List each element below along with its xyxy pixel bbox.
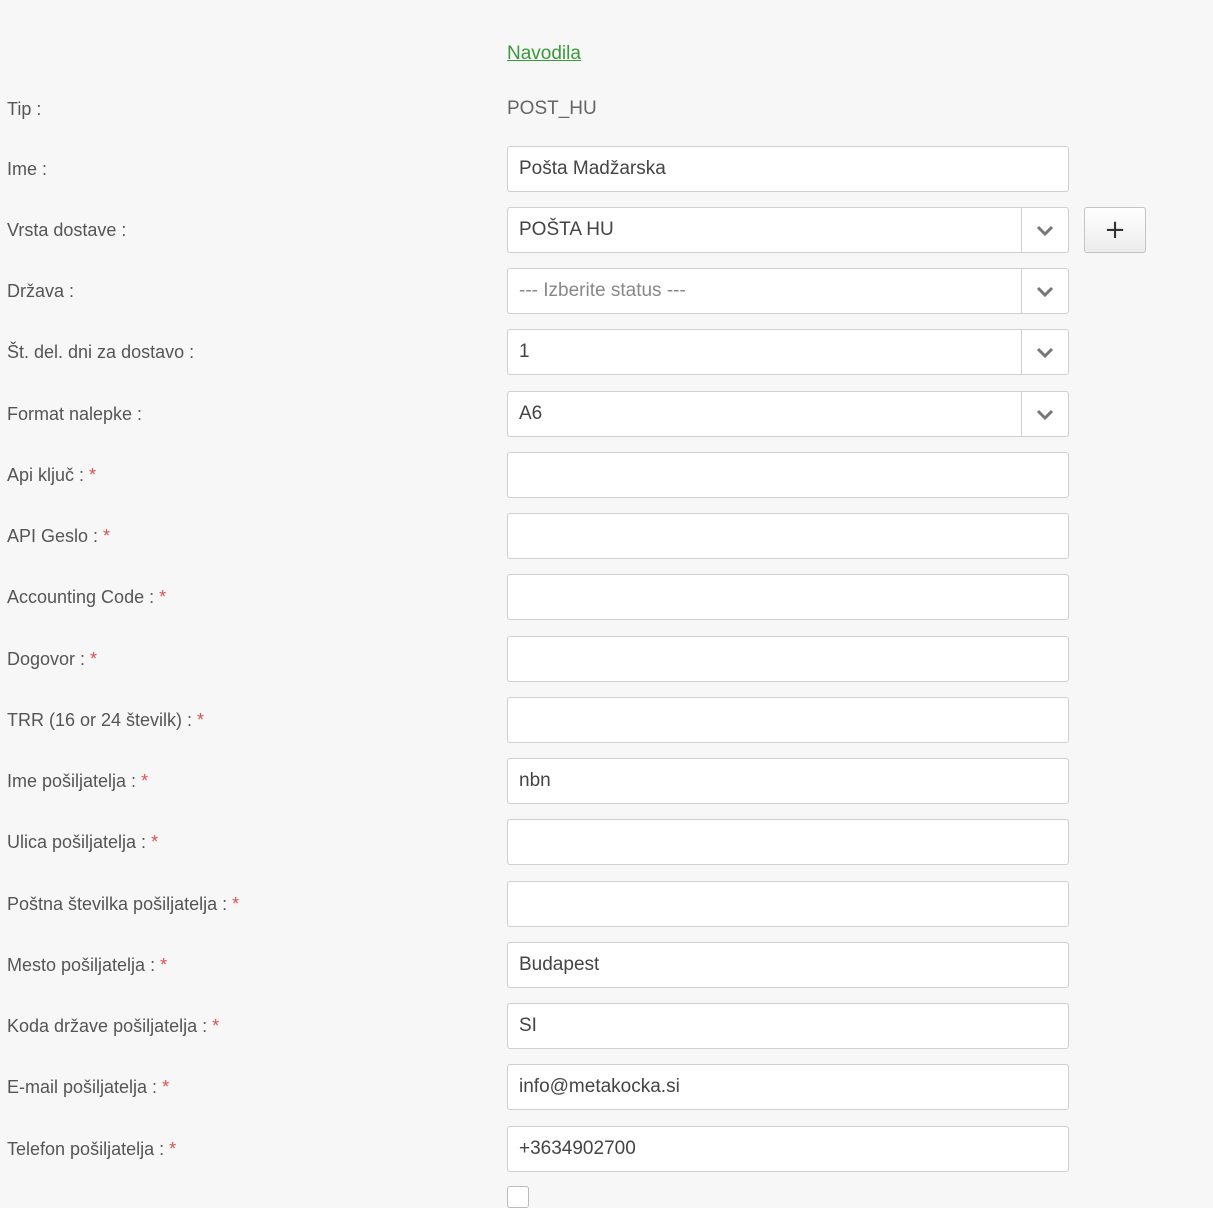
chevron-down-icon[interactable] [1022, 269, 1068, 313]
delivery-type-select[interactable]: POŠTA HU [507, 207, 1069, 253]
required-marker: * [103, 526, 111, 546]
sender-name-row: Ime pošiljatelja : * [0, 758, 1213, 804]
required-marker: * [212, 1016, 220, 1036]
sender-country-code-row: Koda države pošiljatelja : * [0, 1003, 1213, 1049]
api-key-label: Api ključ : * [7, 465, 97, 485]
chevron-down-icon[interactable] [1022, 330, 1068, 374]
chevron-down-icon[interactable] [1022, 208, 1068, 252]
type-value: POST_HU [507, 98, 597, 119]
sender-email-input[interactable] [507, 1064, 1069, 1110]
sender-street-row: Ulica pošiljatelja : * [0, 819, 1213, 865]
type-label: Tip : [7, 99, 42, 119]
label-format-value: A6 [519, 403, 543, 424]
working-days-value: 1 [519, 341, 530, 362]
country-placeholder: --- Izberite status --- [519, 280, 686, 301]
api-password-label: API Geslo : * [7, 526, 111, 546]
sender-email-row: E-mail pošiljatelja : * [0, 1064, 1213, 1110]
country-label: Država : [7, 281, 75, 301]
sender-street-input[interactable] [507, 819, 1069, 865]
required-marker: * [169, 1139, 177, 1159]
add-delivery-type-button[interactable]: + [1084, 207, 1146, 253]
api-key-input[interactable] [507, 452, 1069, 498]
working-days-row: Št. del. dni za dostavo : 1 [0, 329, 1213, 375]
required-marker: * [89, 465, 97, 485]
api-key-row: Api ključ : * [0, 452, 1213, 498]
type-row: Tip : POST_HU [0, 86, 1213, 132]
sender-country-code-label: Koda države pošiljatelja : * [7, 1016, 220, 1036]
delivery-type-label: Vrsta dostave : [7, 220, 127, 240]
sender-postcode-input[interactable] [507, 881, 1069, 927]
accounting-code-row: Accounting Code : * [0, 574, 1213, 620]
sender-city-input[interactable] [507, 942, 1069, 988]
sender-name-label: Ime pošiljatelja : * [7, 771, 149, 791]
contract-row: Dogovor : * [0, 636, 1213, 682]
name-input[interactable] [507, 146, 1069, 192]
bank-account-input[interactable] [507, 697, 1069, 743]
required-marker: * [159, 587, 167, 607]
api-password-row: API Geslo : * [0, 513, 1213, 559]
bank-account-row: TRR (16 or 24 številk) : * [0, 697, 1213, 743]
api-password-input[interactable] [507, 513, 1069, 559]
sender-email-label: E-mail pošiljatelja : * [7, 1077, 170, 1097]
sender-phone-row: Telefon pošiljatelja : * [0, 1126, 1213, 1172]
sender-city-row: Mesto pošiljatelja : * [0, 942, 1213, 988]
sender-phone-input[interactable] [507, 1126, 1069, 1172]
country-row: Država : --- Izberite status --- [0, 268, 1213, 314]
required-marker: * [232, 894, 240, 914]
delivery-type-value: POŠTA HU [519, 219, 614, 240]
option-checkbox[interactable] [507, 1186, 529, 1208]
required-marker: * [141, 771, 149, 791]
accounting-code-input[interactable] [507, 574, 1069, 620]
required-marker: * [162, 1077, 170, 1097]
sender-postcode-row: Poštna številka pošiljatelja : * [0, 881, 1213, 927]
chevron-down-icon[interactable] [1022, 392, 1068, 436]
name-label: Ime : [7, 159, 48, 179]
sender-phone-label: Telefon pošiljatelja : * [7, 1139, 177, 1159]
sender-name-input[interactable] [507, 758, 1069, 804]
required-marker: * [160, 955, 168, 975]
sender-postcode-label: Poštna številka pošiljatelja : * [7, 894, 240, 914]
plus-icon: + [1104, 215, 1126, 245]
bank-account-label: TRR (16 or 24 številk) : * [7, 710, 205, 730]
contract-label: Dogovor : * [7, 649, 98, 669]
accounting-code-label: Accounting Code : * [7, 587, 167, 607]
sender-country-code-input[interactable] [507, 1003, 1069, 1049]
label-format-label: Format nalepke : [7, 404, 143, 424]
name-row: Ime : [0, 146, 1213, 192]
sender-city-label: Mesto pošiljatelja : * [7, 955, 168, 975]
required-marker: * [197, 710, 205, 730]
required-marker: * [90, 649, 98, 669]
working-days-label: Št. del. dni za dostavo : [7, 342, 195, 362]
sender-street-label: Ulica pošiljatelja : * [7, 832, 159, 852]
label-format-select[interactable]: A6 [507, 391, 1069, 437]
help-link[interactable]: Navodila [507, 43, 581, 65]
label-format-row: Format nalepke : A6 [0, 391, 1213, 437]
contract-input[interactable] [507, 636, 1069, 682]
working-days-select[interactable]: 1 [507, 329, 1069, 375]
country-select[interactable]: --- Izberite status --- [507, 268, 1069, 314]
delivery-type-row: Vrsta dostave : POŠTA HU + [0, 207, 1213, 253]
required-marker: * [151, 832, 159, 852]
